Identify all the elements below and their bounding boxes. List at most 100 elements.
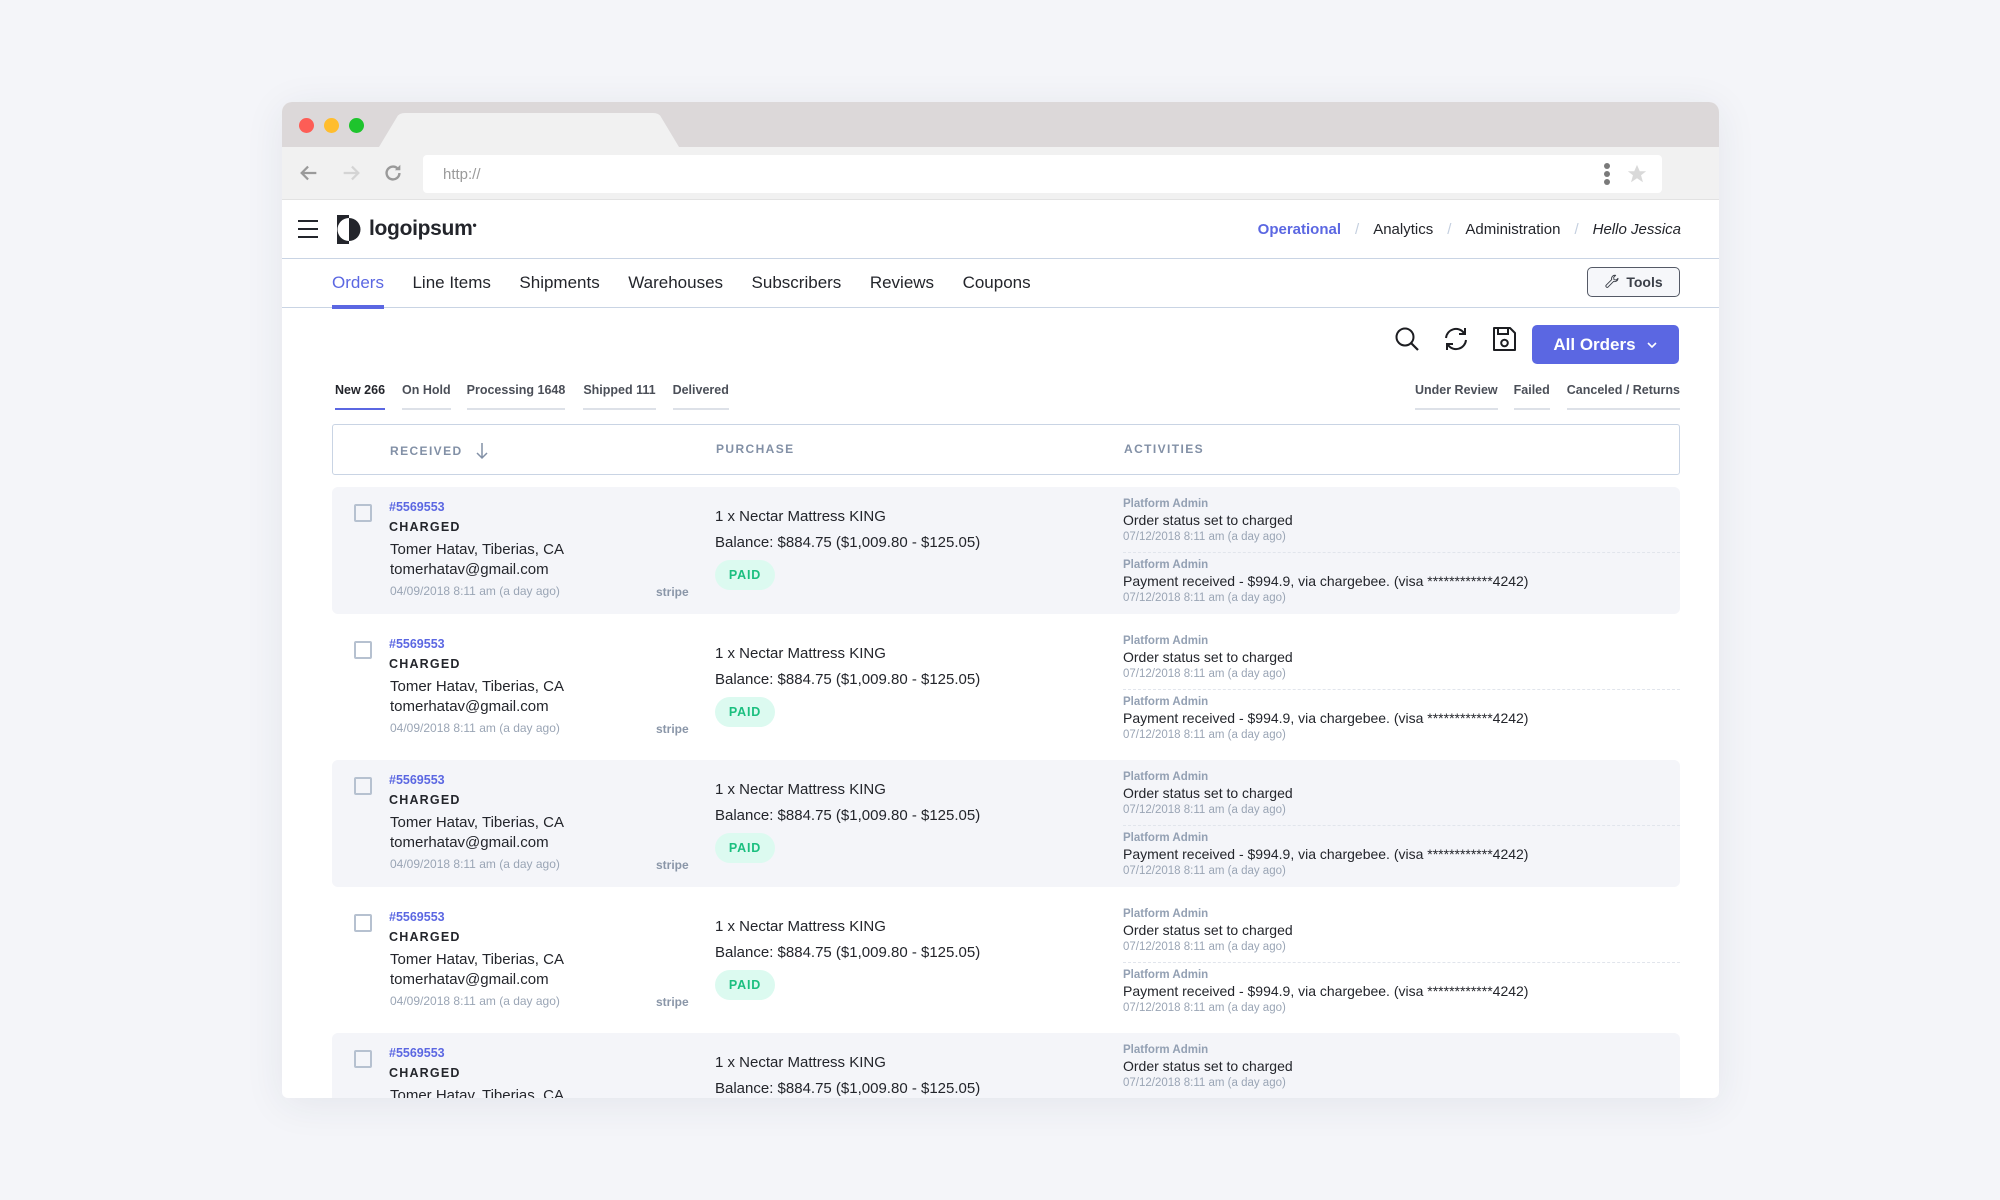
bookmark-star-icon[interactable] <box>1626 163 1648 185</box>
row-checkbox[interactable] <box>354 913 372 932</box>
subtab-delivered[interactable]: Delivered <box>672 380 730 412</box>
save-button[interactable] <box>1490 325 1518 353</box>
subtab-failed[interactable]: Failed <box>1513 380 1550 412</box>
separator: / <box>1355 221 1360 238</box>
back-button[interactable] <box>296 160 322 186</box>
reload-icon <box>385 164 401 181</box>
minimize-window-button[interactable] <box>324 118 339 133</box>
subtab-shipped[interactable]: Shipped 111 <box>583 380 656 412</box>
activity-actor: Platform Admin <box>1123 907 1209 920</box>
activity-list: Platform Admin Order status set to charg… <box>1123 1043 1680 1098</box>
order-row[interactable]: #5569553 CHARGED Tomer Hatav, Tiberias, … <box>332 487 1680 614</box>
purchase-item: 1 x Nectar Mattress KING <box>715 644 886 662</box>
refresh-button[interactable] <box>1442 325 1470 353</box>
payment-status-badge: PAID <box>715 696 775 727</box>
purchase-balance: Balance: $884.75 ($1,009.80 - $125.05) <box>715 670 981 688</box>
subtab-processing[interactable]: Processing 1648 <box>466 380 565 412</box>
column-header-received[interactable]: RECEIVED <box>390 442 489 460</box>
top-link-administration[interactable]: Administration <box>1465 221 1560 238</box>
all-orders-label: All Orders <box>1553 334 1636 354</box>
activity-actor: Platform Admin <box>1123 771 1209 783</box>
all-orders-dropdown[interactable]: All Orders <box>1532 325 1679 364</box>
payment-status-badge: PAID <box>715 833 775 863</box>
column-header-activities[interactable]: ACTIVITIES <box>1124 442 1204 456</box>
purchase-balance: Balance: $884.75 ($1,009.80 - $125.05) <box>715 534 981 551</box>
column-header-received-label: RECEIVED <box>390 444 463 458</box>
order-row[interactable]: #5569553 CHARGED Tomer Hatav, Tiberias, … <box>332 760 1680 887</box>
top-links: Operational / Analytics / Administration… <box>1258 221 1681 238</box>
address-bar[interactable] <box>423 155 1662 193</box>
browser-tab[interactable] <box>379 113 679 147</box>
hamburger-menu-icon[interactable] <box>298 220 318 238</box>
order-id-link[interactable]: #5569553 <box>389 910 445 924</box>
received-timestamp: 04/09/2018 8:11 am (a day ago) <box>390 993 560 1008</box>
close-window-button[interactable] <box>299 118 314 133</box>
user-greeting[interactable]: Hello Jessica <box>1593 221 1681 238</box>
tab-subscribers[interactable]: Subscribers <box>752 259 842 308</box>
maximize-window-button[interactable] <box>349 118 364 133</box>
wrench-icon <box>1605 274 1619 288</box>
activity-actor: Platform Admin <box>1123 695 1209 708</box>
activity-timestamp: 07/12/2018 8:11 am (a day ago) <box>1123 1077 1286 1089</box>
activity-entry: Platform Admin Payment received - $994.9… <box>1123 688 1680 747</box>
table-header: RECEIVED PURCHASE ACTIVITIES <box>332 424 1680 475</box>
customer-name-location: Tomer Hatav, Tiberias, CA <box>390 950 564 968</box>
order-id-link[interactable]: #5569553 <box>389 500 445 514</box>
logo[interactable]: logoipsum • <box>337 214 477 244</box>
column-header-purchase[interactable]: PURCHASE <box>716 442 795 456</box>
tools-label: Tools <box>1626 274 1663 290</box>
row-checkbox[interactable] <box>354 777 372 795</box>
search-button[interactable] <box>1393 325 1421 353</box>
order-row[interactable]: #5569553 CHARGED Tomer Hatav, Tiberias, … <box>332 624 1680 751</box>
customer-name-location: Tomer Hatav, Tiberias, CA <box>390 1087 564 1098</box>
activity-timestamp: 07/12/2018 8:11 am (a day ago) <box>1123 592 1286 604</box>
row-checkbox[interactable] <box>354 504 372 522</box>
customer-name-location: Tomer Hatav, Tiberias, CA <box>390 814 564 831</box>
row-checkbox[interactable] <box>354 1050 372 1068</box>
tab-orders[interactable]: Orders <box>332 259 384 309</box>
received-timestamp: 04/09/2018 8:11 am (a day ago) <box>390 584 560 598</box>
tab-line-items[interactable]: Line Items <box>412 259 490 308</box>
activity-message: Order status set to charged <box>1123 648 1293 665</box>
activity-message: Order status set to charged <box>1123 512 1293 528</box>
browser-tab-bar <box>282 102 1719 147</box>
tab-shipments[interactable]: Shipments <box>519 259 599 308</box>
purchase-balance: Balance: $884.75 ($1,009.80 - $125.05) <box>715 943 981 961</box>
order-id-link[interactable]: #5569553 <box>389 1046 445 1060</box>
forward-button[interactable] <box>338 160 364 186</box>
browser-menu-button[interactable] <box>1602 161 1612 187</box>
payment-gateway-label: stripe <box>656 994 689 1009</box>
refresh-icon <box>1445 327 1467 351</box>
row-checkbox[interactable] <box>354 640 372 659</box>
reload-button[interactable] <box>380 160 406 186</box>
activity-timestamp: 07/12/2018 8:11 am (a day ago) <box>1123 728 1286 741</box>
search-icon <box>1395 327 1419 351</box>
subtab-under-review[interactable]: Under Review <box>1414 380 1498 412</box>
order-id-link[interactable]: #5569553 <box>389 637 445 651</box>
url-input[interactable] <box>423 155 1573 193</box>
tab-warehouses[interactable]: Warehouses <box>628 259 723 308</box>
purchase-item: 1 x Nectar Mattress KING <box>715 781 886 798</box>
activity-actor: Platform Admin <box>1123 968 1209 981</box>
order-row[interactable]: #5569553 CHARGED Tomer Hatav, Tiberias, … <box>332 897 1680 1024</box>
browser-window: logoipsum• Operational / Analytics / Adm… <box>282 102 1719 1098</box>
customer-email: tomerhatav@gmail.com <box>390 561 549 578</box>
subtab-new[interactable]: New 266 <box>335 380 386 412</box>
kebab-dot <box>1604 163 1610 169</box>
order-id-link[interactable]: #5569553 <box>389 773 445 787</box>
top-link-operational[interactable]: Operational <box>1258 221 1341 238</box>
customer-name-location: Tomer Hatav, Tiberias, CA <box>390 677 564 695</box>
top-link-analytics[interactable]: Analytics <box>1373 221 1433 238</box>
sort-descending-arrow-icon[interactable] <box>475 442 489 460</box>
save-icon <box>1493 327 1516 351</box>
tab-coupons[interactable]: Coupons <box>963 259 1031 308</box>
order-row[interactable]: #5569553 CHARGED Tomer Hatav, Tiberias, … <box>332 1033 1680 1098</box>
subtab-on-hold[interactable]: On Hold <box>402 380 451 412</box>
subtab-canceled-returns[interactable]: Canceled / Returns <box>1566 380 1681 412</box>
tools-button[interactable]: Tools <box>1587 267 1680 297</box>
activity-message: Payment received - $994.9, via chargebee… <box>1123 573 1529 589</box>
arrow-right-icon <box>343 165 360 181</box>
activity-entry: Platform Admin Order status set to charg… <box>1123 1043 1680 1095</box>
purchase-balance: Balance: $884.75 ($1,009.80 - $125.05) <box>715 1080 981 1097</box>
tab-reviews[interactable]: Reviews <box>870 259 934 308</box>
